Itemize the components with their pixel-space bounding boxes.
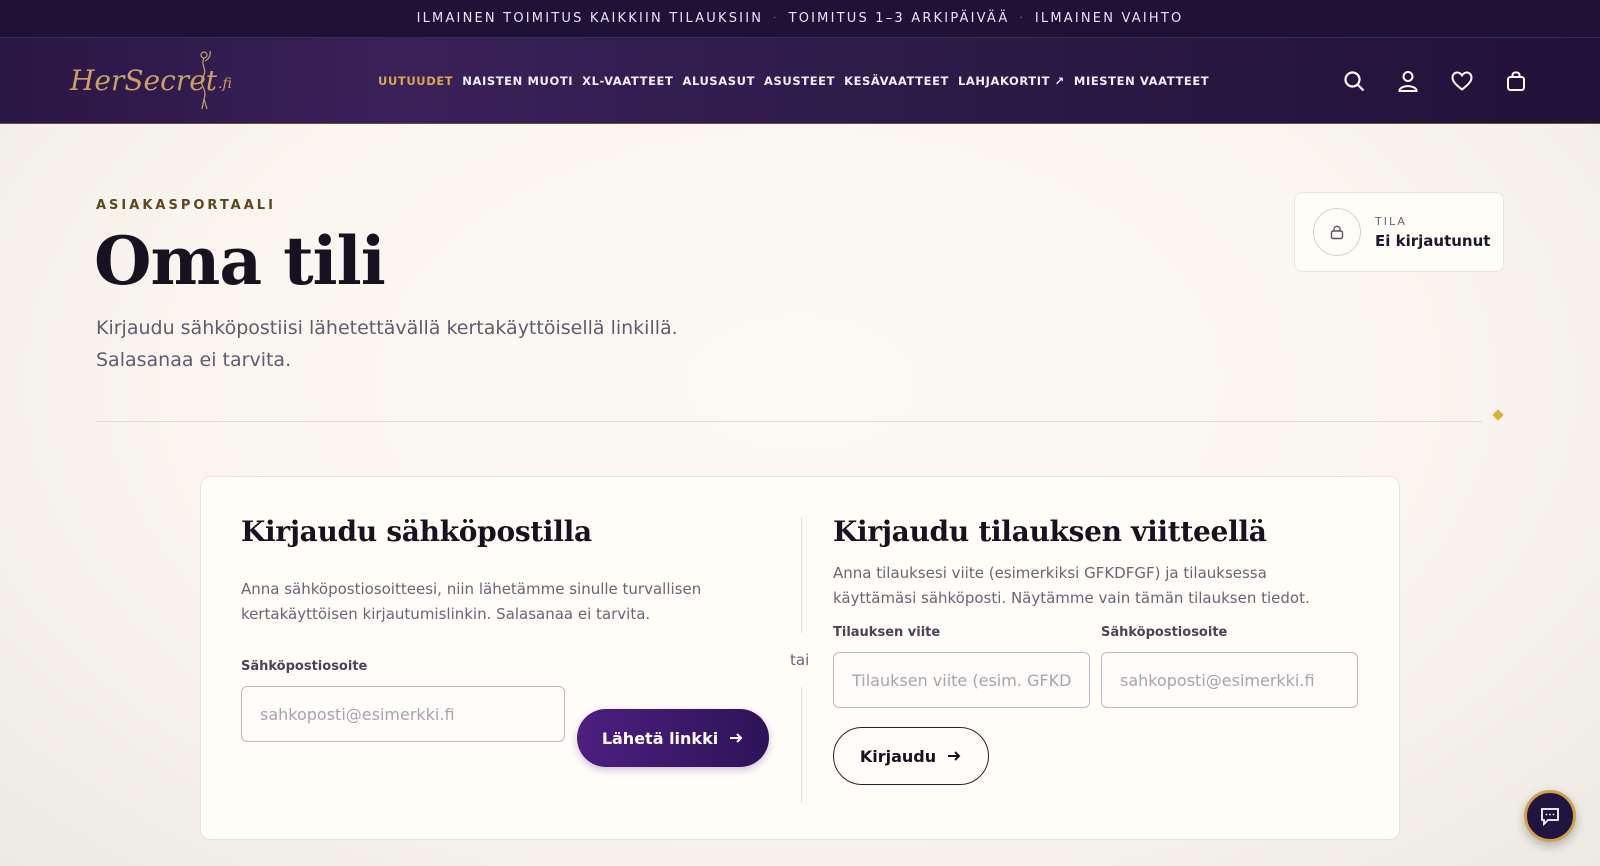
send-link-button[interactable]: Lähetä linkki: [577, 709, 769, 767]
announcement-bar: ILMAINEN TOIMITUS KAIKKIIN TILAUKSIIN · …: [0, 0, 1600, 38]
or-separator: tai: [790, 651, 810, 669]
section-divider: [96, 421, 1482, 422]
order-ref-input[interactable]: [833, 652, 1090, 708]
page-subtitle: Kirjaudu sähköpostiisi lähetettävällä ke…: [96, 317, 678, 371]
lock-icon: [1313, 208, 1361, 256]
order-login-button[interactable]: Kirjaudu: [833, 727, 989, 785]
logo-figure-icon: [200, 50, 211, 109]
nav-item-uutuudet[interactable]: UUTUUDET: [378, 74, 453, 88]
diamond-ornament-icon: [1492, 409, 1504, 421]
email-field[interactable]: [241, 686, 565, 742]
arrow-right-icon: [730, 733, 743, 743]
nav-item-asusteet[interactable]: ASUSTEET: [764, 74, 835, 88]
page-title: Oma tili: [94, 222, 386, 300]
send-link-button-label: Lähetä linkki: [601, 728, 719, 748]
status-value: Ei kirjautunut: [1375, 231, 1491, 250]
nav-item-alusasut[interactable]: ALUSASUT: [682, 74, 755, 88]
announcement-delivery-time: TOIMITUS 1–3 ARKIPÄIVÄÄ: [788, 11, 1010, 26]
order-login-section: Kirjaudu tilauksen viitteellä Anna tilau…: [833, 477, 1373, 839]
account-page: ASIAKASPORTAALI Oma tili Kirjaudu sähköp…: [0, 124, 1600, 866]
site-logo[interactable]: HerSecret .fi: [70, 49, 232, 113]
main-nav: UUTUUDET NAISTEN MUOTI XL-VAATTEET ALUSA…: [378, 38, 1209, 124]
column-divider-top: [801, 517, 802, 633]
arrow-right-icon: [948, 751, 961, 761]
announcement-separator: ·: [773, 13, 779, 24]
announcement-free-shipping: ILMAINEN TOIMITUS KAIKKIIN TILAUKSIIN: [416, 11, 764, 26]
status-label: TILA: [1375, 214, 1407, 228]
page-eyebrow: ASIAKASPORTAALI: [96, 198, 276, 213]
login-card: Kirjaudu sähköpostilla Anna sähköpostios…: [200, 476, 1400, 840]
email-field-label: Sähköpostiosoite: [241, 659, 368, 674]
chat-bubble-icon: [1541, 808, 1559, 827]
chat-button[interactable]: [1524, 790, 1576, 842]
login-status-card: TILA Ei kirjautunut: [1294, 192, 1504, 272]
order-email-input[interactable]: [1101, 652, 1358, 708]
nav-item-xl-vaatteet[interactable]: XL-VAATTEET: [582, 74, 673, 88]
logo-suffix: .fi: [218, 75, 232, 92]
nav-item-kesavaatteet[interactable]: KESÄVAATTEET: [844, 74, 949, 88]
site-header: HerSecret .fi UUTUUDET NAISTEN MUOTI XL-V…: [0, 38, 1600, 124]
column-divider-bottom: [801, 687, 802, 803]
order-login-heading: Kirjaudu tilauksen viitteellä: [833, 515, 1267, 548]
order-ref-label: Tilauksen viite: [833, 625, 941, 640]
order-email-label: Sähköpostiosoite: [1101, 625, 1228, 640]
header-actions: [1342, 38, 1528, 124]
nav-item-lahjakortit[interactable]: LAHJAKORTIT ↗: [958, 74, 1065, 88]
email-login-heading: Kirjaudu sähköpostilla: [241, 515, 592, 548]
email-login-description: Anna sähköpostiosoitteesi, niin lähetämm…: [241, 580, 702, 623]
order-login-button-label: Kirjaudu: [859, 746, 937, 766]
search-icon[interactable]: [1342, 69, 1366, 93]
order-login-description: Anna tilauksesi viite (esimerkiksi GFKDF…: [833, 564, 1310, 607]
announcement-separator: ·: [1019, 13, 1025, 24]
user-icon[interactable]: [1396, 69, 1420, 93]
heart-icon[interactable]: [1450, 69, 1474, 93]
nav-item-miesten-vaatteet[interactable]: MIESTEN VAATTEET: [1074, 74, 1209, 88]
email-login-section: Kirjaudu sähköpostilla Anna sähköpostios…: [241, 477, 781, 839]
bag-icon[interactable]: [1504, 69, 1528, 93]
announcement-free-exchange: ILMAINEN VAIHTO: [1034, 11, 1184, 26]
nav-item-naisten-muoti[interactable]: NAISTEN MUOTI: [462, 74, 573, 88]
